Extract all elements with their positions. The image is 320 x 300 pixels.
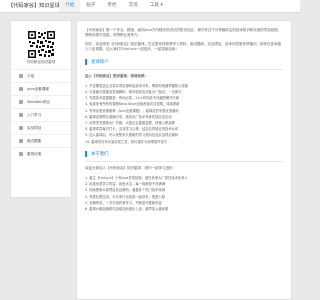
intro-paragraph: 【代码家谷】是一个专业、精选、面向Java方向程序员成长的知识社区，我们专注于分… xyxy=(85,28,282,38)
list-item: 10. 星球内分享大量实用工具，软件插件与效率提升技巧 xyxy=(85,139,168,144)
list-item: 6. 星球价格会随着内容增加而逐步上涨，越早加入越优惠 xyxy=(85,207,169,212)
sidebar-menu: 介绍 Java全套课程 WebWeb项目 入门学习 实战项目 面试题集 星球优惠 xyxy=(11,69,71,160)
gift-icon xyxy=(19,152,23,156)
star-icon xyxy=(19,113,23,117)
sidebar-item-interview[interactable]: 面试题集 xyxy=(11,134,71,147)
nav-tools-label: 工具 xyxy=(149,3,160,8)
section-heading: 星球简介 xyxy=(85,58,283,65)
qr-code-icon xyxy=(28,31,55,58)
sidebar-item-intro[interactable]: 介绍 xyxy=(11,69,71,82)
nav-columns[interactable]: 专栏 xyxy=(101,0,122,12)
code-icon xyxy=(19,100,23,104)
sidebar-item-label: 入门学习 xyxy=(27,112,42,117)
sidebar-item-beginner[interactable]: 入门学习 xyxy=(11,108,71,121)
section-lead: 加入【代码家谷】知识星球，你将收获： xyxy=(85,73,148,78)
sidebar-item-web-project[interactable]: WebWeb项目 xyxy=(11,95,71,108)
sidebar-title: 代码家谷知识星球 xyxy=(26,60,56,64)
nav-intro[interactable]: 介绍 xyxy=(59,0,81,12)
chevron-down-icon: ▾ xyxy=(160,3,163,8)
article: 【代码家谷】是一个专业、精选、面向Java方向程序员成长的知识社区，我们专注于分… xyxy=(85,28,283,212)
nav-chat[interactable]: 交流 xyxy=(123,0,144,12)
intro-paragraph: 你好，欢迎来到【代码家谷】知识星球。在这里你将获得学习资料、面试题库、实战项目、… xyxy=(85,41,281,52)
nav-posts[interactable]: 帖子 xyxy=(80,0,101,12)
content-fade-overlay xyxy=(77,273,291,299)
sidebar-item-label: 星球优惠 xyxy=(27,151,42,156)
sidebar-item-label: Java全套课程 xyxy=(27,86,49,91)
sidebar-item-label: 实战项目 xyxy=(27,125,42,130)
sidebar: 代码家谷知识星球 介绍 Java全套课程 WebWeb项目 入门学习 实战项目 … xyxy=(10,20,72,198)
section-lead: 欢迎大家加入【代码家谷】知识星球，我们一起学习进步： xyxy=(85,165,176,170)
sidebar-item-java-course[interactable]: Java全套课程 xyxy=(11,82,71,95)
section-heading: 关于我们 xyxy=(85,150,283,157)
book-icon xyxy=(19,87,23,91)
info-icon xyxy=(19,74,23,78)
main-content: 【代码家谷】是一个专业、精选、面向Java方向程序员成长的知识社区，我们专注于分… xyxy=(76,20,292,300)
top-bar: 【代码家谷】知识星球 介绍 帖子 专栏 交流 工具 ▾ xyxy=(0,0,300,13)
sidebar-item-projects[interactable]: 实战项目 xyxy=(11,121,71,134)
sidebar-item-label: 面试题集 xyxy=(27,138,42,143)
question-icon xyxy=(19,139,23,143)
benefits-list: 1. 不定期发送企业真实项目源码及技术分享，帮助你快速掌握核心技能 2. 大量面… xyxy=(85,83,283,145)
divider xyxy=(85,68,283,70)
folder-icon xyxy=(19,126,23,130)
site-title[interactable]: 【代码家谷】知识星球 xyxy=(8,2,60,9)
divider xyxy=(85,160,283,162)
main-nav: 介绍 帖子 专栏 交流 工具 ▾ xyxy=(59,0,169,12)
sidebar-item-label: 介绍 xyxy=(27,73,35,78)
sidebar-item-label: WebWeb项目 xyxy=(27,99,50,104)
about-list: 1. 星主【Hotluck】十年Java开发经验，曾在多家大厂担任技术负责人 2… xyxy=(85,175,283,212)
sidebar-item-offer[interactable]: 星球优惠 xyxy=(11,147,71,160)
nav-tools[interactable]: 工具 ▾ xyxy=(144,0,169,12)
